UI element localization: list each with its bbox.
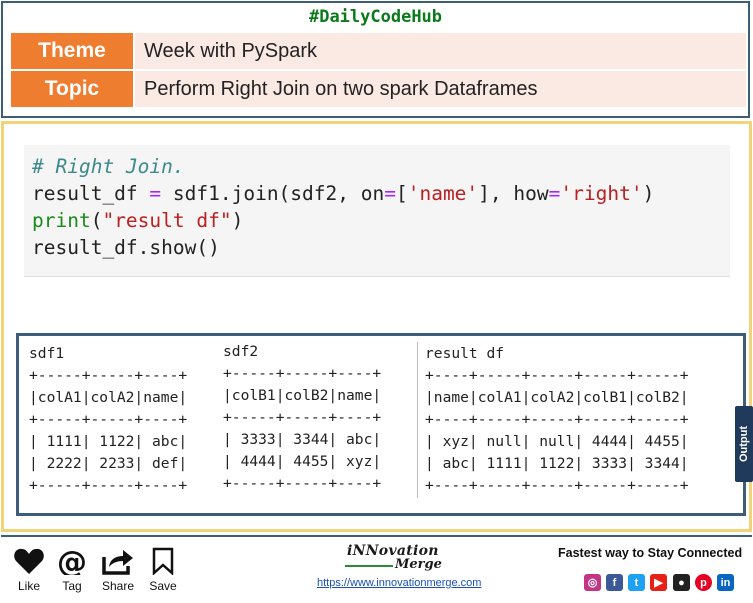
code-token: [ [395,182,408,205]
theme-label: Theme [11,33,133,69]
tagline-text: Fastest way to Stay Connected [558,546,743,560]
twitter-icon[interactable]: t [628,574,645,591]
topic-label: Topic [11,71,133,107]
code-operator: = [149,182,162,205]
like-label: Like [17,579,40,593]
share-label: Share [101,579,135,593]
tag-label: Tag [62,579,82,593]
result-table: result df +----+-----+-----+-----+-----+… [425,345,689,494]
code-string: 'right' [560,182,643,205]
topic-value: Perform Right Join on two spark Datafram… [135,71,746,107]
code-string: 'name' [407,182,479,205]
like-button[interactable]: Like [11,547,47,593]
output-tab-label: Output [738,425,750,463]
save-button[interactable]: Save [145,547,181,593]
code-token: ], how [478,182,549,205]
code-builtin: print [32,209,91,232]
code-token: result_df [32,182,150,205]
youtube-icon[interactable]: ▶ [650,574,667,591]
code-panel: # Right Join. result_df = sdf1.join(sdf2… [1,121,752,532]
tag-button[interactable]: @ Tag [54,547,90,593]
heart-icon [14,548,44,574]
share-button[interactable]: Share [100,547,136,593]
logo-text-line2: Merge [395,557,442,572]
code-token: ( [90,209,103,232]
theme-row: Theme Week with PySpark [11,33,746,69]
code-token: ) [231,209,244,232]
theme-value: Week with PySpark [135,33,746,69]
sdf2-table: sdf2 +-----+-----+----+ |colB1|colB2|nam… [223,343,382,492]
title-header: #DailyCodeHub Theme Week with PySpark To… [1,1,750,118]
output-box: sdf1 +-----+-----+----+ |colA1|colA2|nam… [16,333,746,516]
code-operator: = [548,182,561,205]
sdf1-table: sdf1 +-----+-----+----+ |colA1|colA2|nam… [29,345,188,494]
output-divider [417,342,418,498]
brand-logo: iNNovation Merge [341,543,461,573]
output-tab[interactable]: Output [735,406,753,482]
instagram-icon[interactable]: ◎ [584,574,601,591]
code-token: sdf1.join(sdf2, on [161,182,385,205]
hashtag-title: #DailyCodeHub [308,7,443,27]
linkedin-icon[interactable]: in [717,574,734,591]
footer-bar: Like @ Tag Share Save iNNovation Merge h… [1,535,752,603]
share-icon [102,550,133,575]
code-line-4: result_df.show() [32,236,220,259]
code-cell[interactable]: # Right Join. result_df = sdf1.join(sdf2… [24,145,730,277]
logo-accent-line [345,565,393,567]
topic-row: Topic Perform Right Join on two spark Da… [11,71,746,107]
code-comment: # Right Join. [32,155,185,178]
save-label: Save [149,579,177,593]
pinterest-icon[interactable]: p [695,574,712,591]
at-icon: @ [57,547,87,575]
bookmark-icon [152,547,174,575]
code-operator: = [384,182,396,205]
code-line-3: print("result df") [32,209,243,232]
facebook-icon[interactable]: f [606,574,623,591]
github-icon[interactable]: ● [673,574,690,591]
code-string: "result df" [102,209,232,232]
svg-text:@: @ [57,547,87,575]
website-link[interactable]: https://www.innovationmerge.com [317,577,481,589]
code-line-2: result_df = sdf1.join(sdf2, on=['name'],… [32,182,654,205]
code-line-1: # Right Join. [32,155,185,178]
code-token: ) [642,182,655,205]
